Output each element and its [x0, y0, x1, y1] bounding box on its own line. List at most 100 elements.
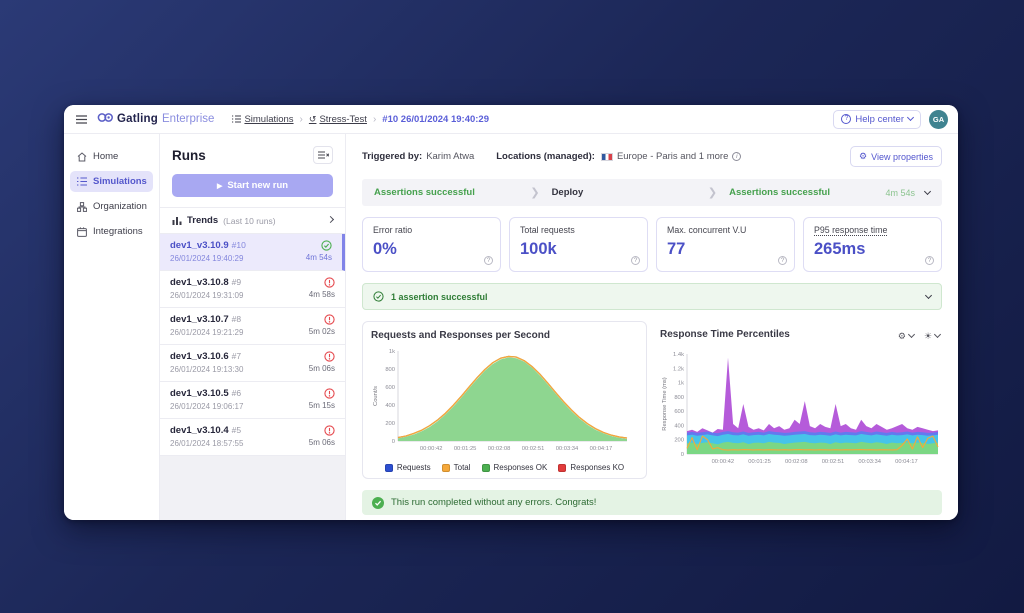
response-time-percentiles-chart-card: Response Time Percentiles ⚙ ☀ 0200400600…: [656, 321, 942, 479]
timeline-expand-chevron[interactable]: [925, 192, 930, 194]
chart-settings-dropdown[interactable]: ⚙: [898, 331, 914, 342]
run-status-icon: [324, 425, 335, 436]
svg-text:800: 800: [674, 395, 684, 401]
svg-text:400: 400: [674, 423, 684, 429]
chevron-separator: ❯: [530, 186, 539, 199]
svg-text:1k: 1k: [678, 381, 684, 387]
desktop-background: { "topbar": { "brand_name": "Gatling", "…: [0, 0, 1024, 613]
collapse-panel-icon[interactable]: [313, 146, 333, 164]
help-tooltip-icon[interactable]: ?: [631, 256, 640, 265]
svg-text:00:03:34: 00:03:34: [858, 459, 881, 465]
run-list-item[interactable]: dev1_v3.10.9#1026/01/2024 19:40:29 4m 54…: [160, 234, 345, 271]
legend-item[interactable]: Total: [442, 463, 471, 472]
run-status-icon: [324, 351, 335, 362]
gear-icon: ⚙: [898, 331, 906, 342]
svg-text:Count/s: Count/s: [373, 386, 379, 406]
chevron-down-icon: [907, 114, 914, 121]
svg-text:200: 200: [674, 438, 684, 444]
info-icon[interactable]: i: [732, 152, 741, 161]
chart-title: Requests and Responses per Second: [371, 330, 638, 341]
chart-title: Response Time Percentiles: [660, 329, 790, 340]
trends-label: Trends: [187, 215, 218, 226]
chart-display-dropdown[interactable]: ☀: [924, 331, 940, 342]
run-meta-row: Triggered by: Karim Atwa Locations (mana…: [362, 146, 942, 167]
run-timeline: Assertions successful ❯ Deploy ❯ Asserti…: [362, 179, 942, 206]
sun-icon: ☀: [924, 331, 932, 342]
help-center-button[interactable]: ? Help center: [833, 110, 921, 129]
run-list-item[interactable]: dev1_v3.10.5#626/01/2024 19:06:17 5m 15s: [160, 382, 345, 419]
brand-name: Gatling: [117, 113, 158, 125]
question-icon: ?: [841, 114, 851, 124]
play-icon: ▶: [217, 182, 222, 190]
svg-text:00:04:17: 00:04:17: [590, 446, 613, 452]
avatar[interactable]: GA: [929, 110, 948, 129]
gatling-logo-icon: [97, 112, 113, 126]
stats-row: Error ratio 0% ? Total requests 100k ? M…: [362, 217, 942, 272]
locations-label: Locations (managed):: [496, 151, 595, 162]
run-status-icon: [321, 240, 332, 251]
help-tooltip-icon[interactable]: ?: [778, 256, 787, 265]
breadcrumb-simulations[interactable]: Simulations: [232, 114, 293, 125]
help-tooltip-icon[interactable]: ?: [484, 256, 493, 265]
check-circle-icon: [373, 291, 384, 302]
svg-text:0: 0: [392, 439, 395, 445]
breadcrumb-separator: ›: [373, 114, 376, 125]
response-time-percentiles-chart: 02004006008001k1.2k1.4k00:00:4200:01:250…: [660, 347, 940, 474]
history-icon: ↺: [309, 114, 317, 125]
run-list-item[interactable]: dev1_v3.10.4#526/01/2024 18:57:55 5m 06s: [160, 419, 345, 456]
legend-item[interactable]: Responses OK: [482, 463, 548, 472]
trends-chart-icon: [172, 216, 182, 225]
timeline-step: Assertions successful: [729, 187, 885, 198]
breadcrumb-simulation[interactable]: ↺ Stress-Test: [309, 114, 367, 125]
runs-panel-title: Runs: [172, 148, 206, 163]
france-flag-icon: [601, 153, 613, 161]
requests-responses-chart: 02004006008001k00:00:4200:01:2500:02:080…: [371, 344, 638, 461]
trends-row[interactable]: Trends (Last 10 runs): [160, 207, 345, 234]
list-icon: [232, 115, 241, 123]
legend-item[interactable]: Requests: [385, 463, 431, 472]
chart-legend: Requests Total Responses OK Responses KO: [371, 463, 638, 472]
runs-panel: Runs ▶ Start new run Trends (Last 10 run…: [160, 134, 346, 520]
run-status-icon: [324, 277, 335, 288]
requests-responses-chart-card: Requests and Responses per Second 0 200 40…: [362, 321, 647, 479]
assertion-banner[interactable]: 1 assertion successful: [362, 283, 942, 310]
legend-swatch: [385, 464, 393, 472]
chevron-down-icon[interactable]: [926, 296, 931, 298]
top-bar: Gatling Enterprise Simulations › ↺ Stres…: [64, 105, 958, 134]
brand-logo[interactable]: Gatling Enterprise: [97, 112, 214, 126]
view-properties-button[interactable]: ⚙ View properties: [850, 146, 942, 167]
run-list-item[interactable]: dev1_v3.10.8#926/01/2024 19:31:09 4m 58s: [160, 271, 345, 308]
run-status-icon: [324, 388, 335, 399]
locations-value: Europe - Paris and 1 more: [617, 151, 728, 162]
start-new-run-button[interactable]: ▶ Start new run: [172, 174, 333, 197]
run-list-item[interactable]: dev1_v3.10.7#826/01/2024 19:21:29 5m 02s: [160, 308, 345, 345]
chevron-separator: ❯: [708, 186, 717, 199]
home-icon: [77, 152, 87, 162]
svg-text:1k: 1k: [389, 349, 395, 355]
breadcrumb: Simulations › ↺ Stress-Test › #10 26/01/…: [232, 114, 489, 125]
sidebar-item-simulations[interactable]: Simulations: [70, 171, 153, 192]
sidebar-item-organization[interactable]: Organization: [70, 196, 153, 217]
completion-banner-text: This run completed without any errors. C…: [391, 497, 596, 508]
hamburger-menu-icon[interactable]: [74, 113, 89, 126]
sidebar-item-home[interactable]: Home: [70, 146, 153, 167]
legend-item[interactable]: Responses KO: [558, 463, 624, 472]
help-tooltip-icon[interactable]: ?: [925, 256, 934, 265]
app-body: Home Simulations Organization Integratio…: [64, 134, 958, 520]
assertion-banner-text: 1 assertion successful: [391, 292, 488, 302]
svg-text:00:04:17: 00:04:17: [895, 459, 918, 465]
run-list-item[interactable]: dev1_v3.10.6#726/01/2024 19:13:30 5m 06s: [160, 345, 345, 382]
success-check-icon: [372, 497, 384, 509]
svg-text:200: 200: [385, 421, 395, 427]
simulations-icon: [77, 177, 87, 186]
svg-text:00:02:08: 00:02:08: [785, 459, 808, 465]
breadcrumb-run: #10 26/01/2024 19:40:29: [382, 114, 489, 125]
sidebar-item-integrations[interactable]: Integrations: [70, 221, 153, 242]
run-status-icon: [324, 314, 335, 325]
svg-text:400: 400: [385, 403, 395, 409]
svg-text:1.4k: 1.4k: [673, 352, 684, 358]
legend-swatch: [482, 464, 490, 472]
svg-text:00:02:51: 00:02:51: [522, 446, 545, 452]
svg-text:00:02:08: 00:02:08: [488, 446, 511, 452]
trends-hint: (Last 10 runs): [223, 216, 275, 226]
